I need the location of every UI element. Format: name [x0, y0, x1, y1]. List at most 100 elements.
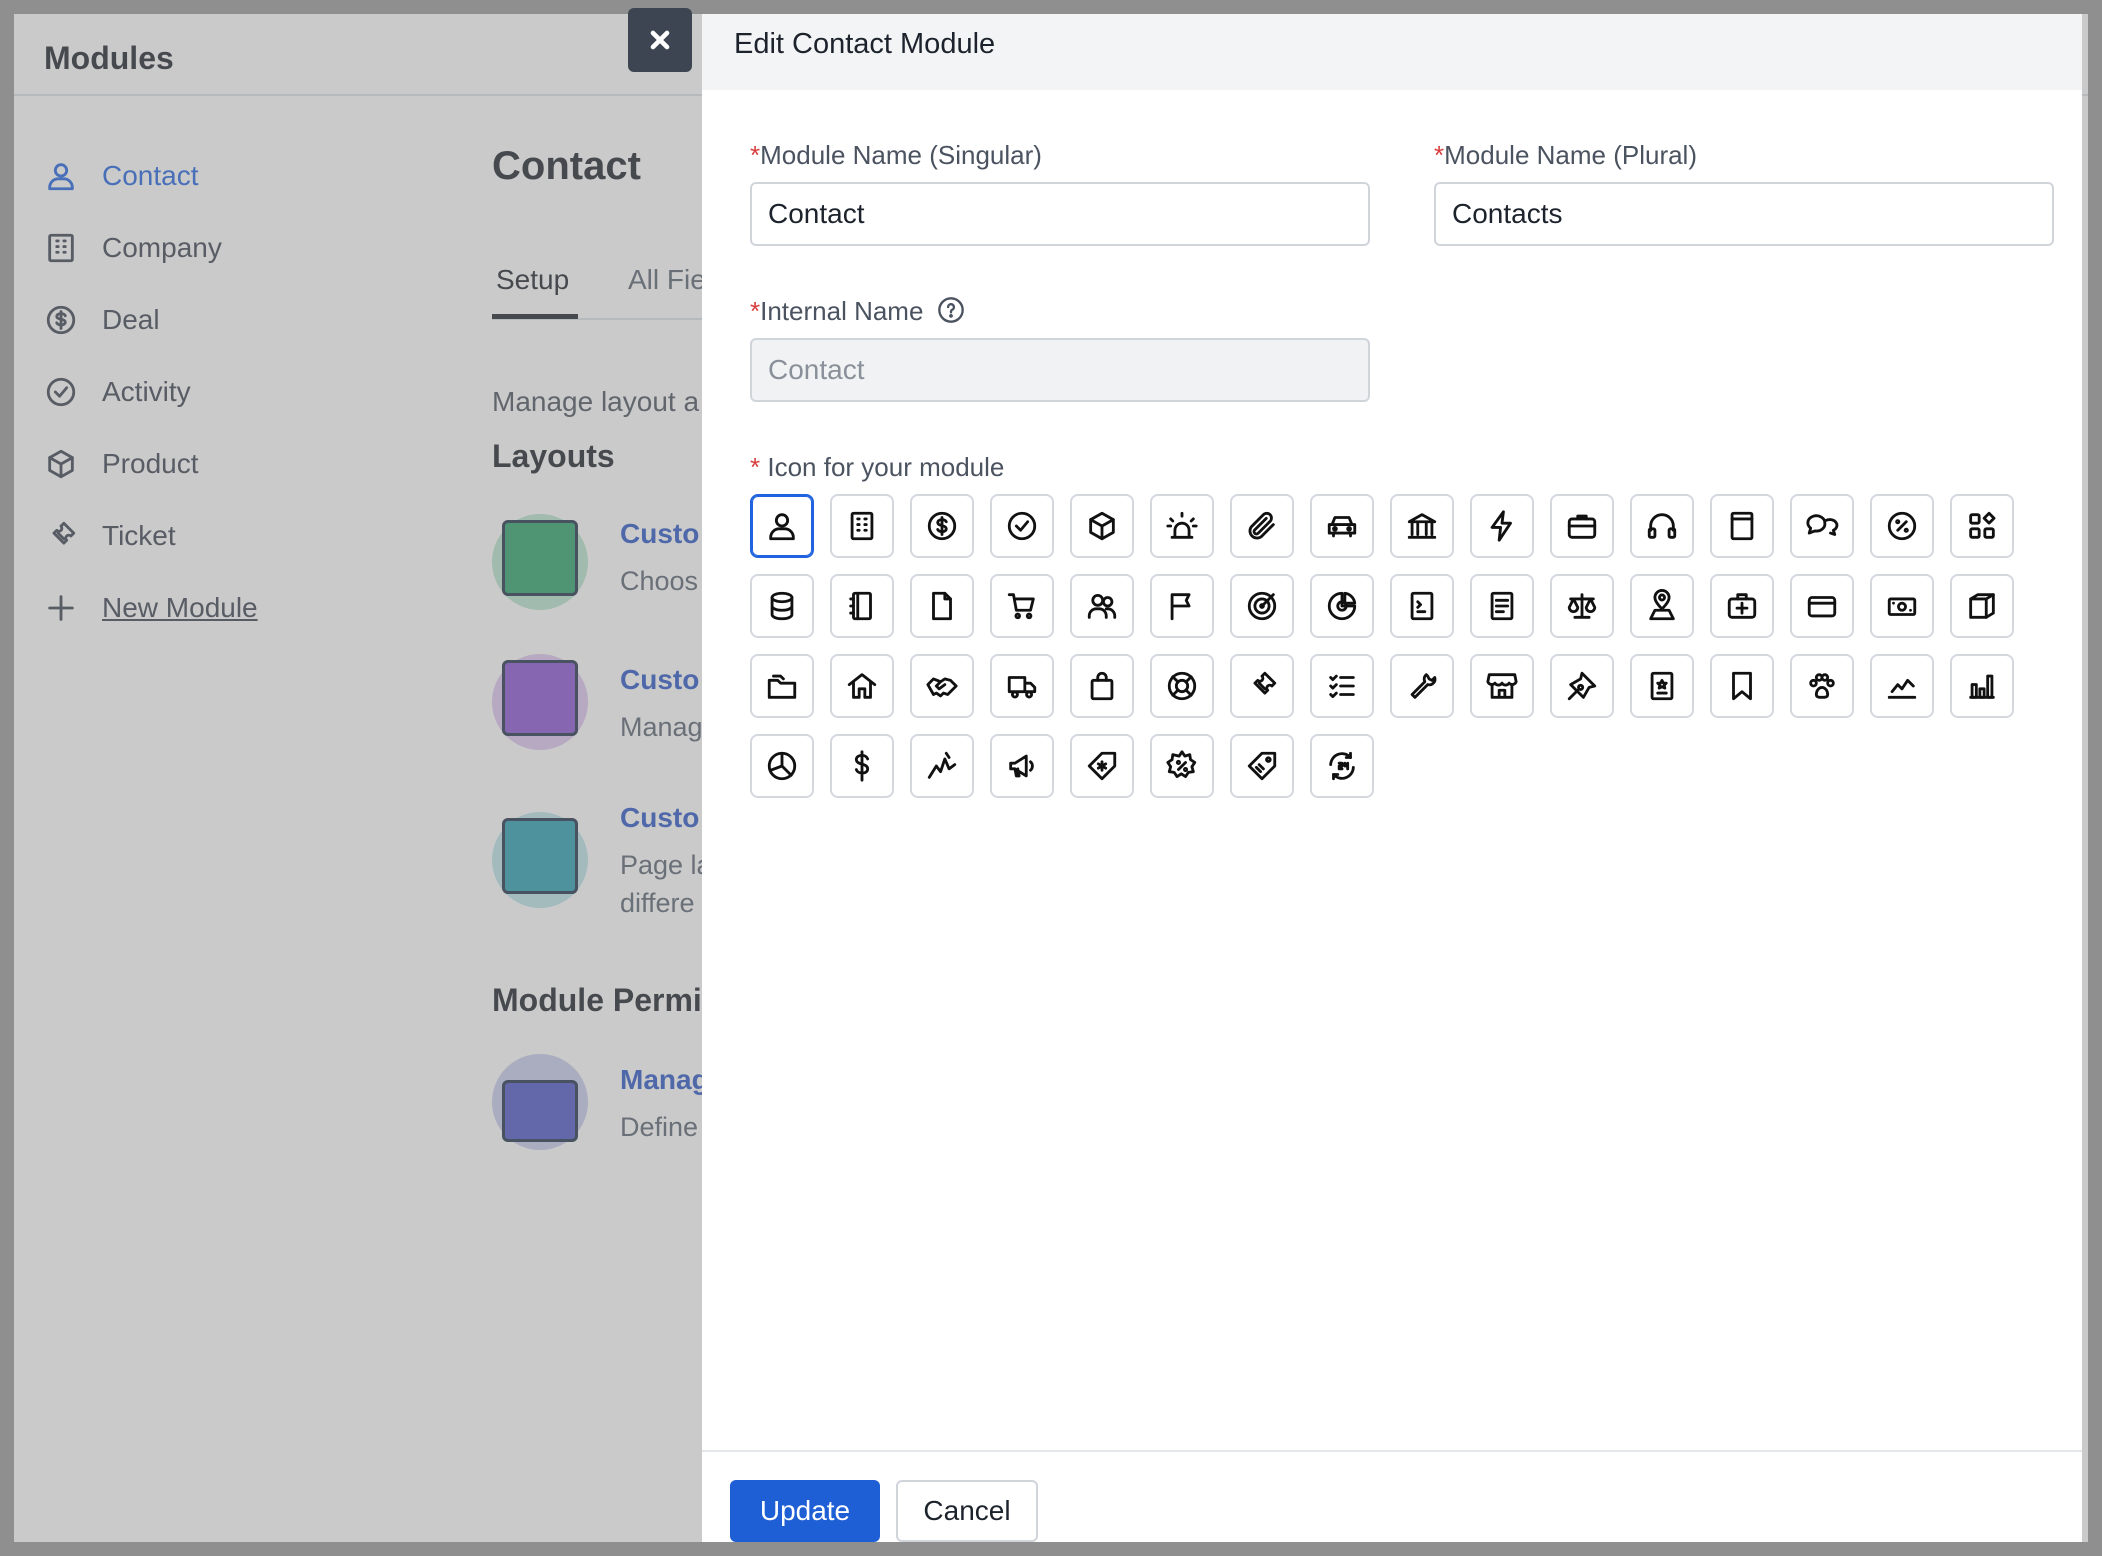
window-icon [1730, 511, 1754, 541]
icon-option-store[interactable] [1470, 654, 1534, 718]
icon-option-percent-circle[interactable] [1870, 494, 1934, 558]
chat-bubbles-icon [1806, 514, 1839, 536]
handshake-icon [926, 677, 958, 698]
icon-option-window[interactable] [1710, 494, 1774, 558]
update-button[interactable]: Update [730, 1480, 880, 1542]
icon-option-map-pin[interactable] [1630, 574, 1694, 638]
money-icon [1887, 597, 1917, 616]
icon-option-database[interactable] [750, 574, 814, 638]
icon-option-building[interactable] [830, 494, 894, 558]
icon-option-dollar-circle[interactable] [910, 494, 974, 558]
wrench-icon [1410, 673, 1437, 699]
icon-option-lifebuoy[interactable] [1150, 654, 1214, 718]
icon-option-siren[interactable] [1150, 494, 1214, 558]
icon-option-terminal[interactable] [1390, 574, 1454, 638]
icon-option-file[interactable] [910, 574, 974, 638]
icon-option-dollar[interactable] [830, 734, 894, 798]
required-mark: * [1434, 140, 1445, 170]
icon-option-gear-percent[interactable] [1150, 734, 1214, 798]
home-icon [847, 673, 877, 699]
icon-option-phone-24[interactable] [1310, 734, 1374, 798]
icon-option-notebook[interactable] [830, 574, 894, 638]
icon-option-chat-bubbles[interactable] [1790, 494, 1854, 558]
icon-option-first-aid-kit[interactable] [1710, 574, 1774, 638]
icon-option-shopping-bag[interactable] [1070, 654, 1134, 718]
required-mark: * [750, 296, 761, 326]
icon-option-tag-asterisk[interactable] [1070, 734, 1134, 798]
gear-percent-icon [1166, 750, 1197, 779]
icon-option-badge-id[interactable] [1630, 654, 1694, 718]
paw-icon [1809, 673, 1835, 699]
icon-option-apps-grid[interactable] [1950, 494, 2014, 558]
icon-option-pen-nib[interactable] [1550, 654, 1614, 718]
icon-option-home[interactable] [830, 654, 894, 718]
icon-option-ticket[interactable] [1230, 654, 1294, 718]
drawer-header: Edit Contact Module [702, 14, 2082, 90]
icon-option-users[interactable] [1070, 574, 1134, 638]
icon-option-truck[interactable] [990, 654, 1054, 718]
cancel-button[interactable]: Cancel [896, 1480, 1038, 1542]
icon-option-bookmark[interactable] [1710, 654, 1774, 718]
icon-option-car[interactable] [1310, 494, 1374, 558]
database-icon [770, 591, 794, 621]
icon-option-box[interactable] [1070, 494, 1134, 558]
icon-option-bank[interactable] [1390, 494, 1454, 558]
icon-option-checklist[interactable] [1310, 654, 1374, 718]
tag-icon [1247, 751, 1277, 781]
drawer-title: Edit Contact Module [734, 28, 996, 60]
icon-option-bar-chart[interactable] [1950, 654, 2014, 718]
icon-option-check-circle[interactable] [990, 494, 1054, 558]
close-drawer-button[interactable] [628, 8, 692, 72]
box-icon [1089, 511, 1115, 541]
lifebuoy-icon [1167, 671, 1197, 701]
siren-icon [1166, 511, 1198, 539]
truck-icon [1007, 676, 1037, 699]
icon-option-user[interactable] [750, 494, 814, 558]
check-circle-icon [1007, 511, 1037, 541]
icon-picker-grid [750, 494, 2040, 798]
icon-option-folders[interactable] [750, 654, 814, 718]
bank-icon [1407, 513, 1437, 539]
required-mark: * [750, 140, 761, 170]
car-icon [1327, 516, 1357, 538]
icon-option-activity-line[interactable] [910, 734, 974, 798]
activity-line-icon [927, 751, 957, 779]
icon-option-wrench[interactable] [1390, 654, 1454, 718]
icon-option-pie-chart[interactable] [750, 734, 814, 798]
pen-nib-icon [1567, 671, 1597, 701]
icon-option-tag[interactable] [1230, 734, 1294, 798]
plural-name-input[interactable] [1434, 182, 2054, 246]
building-icon [850, 511, 874, 541]
map-pin-icon [1649, 589, 1675, 621]
user-icon [769, 513, 795, 541]
help-circle-icon[interactable] [937, 296, 965, 324]
icon-option-scale[interactable] [1550, 574, 1614, 638]
credit-card-icon [1807, 596, 1837, 618]
terminal-icon [1410, 591, 1434, 621]
dollar-circle-icon [927, 511, 957, 541]
icon-option-headset[interactable] [1630, 494, 1694, 558]
target-icon [1247, 591, 1277, 621]
icon-option-line-chart[interactable] [1870, 654, 1934, 718]
icon-option-flag[interactable] [1150, 574, 1214, 638]
checklist-icon [1329, 674, 1355, 699]
singular-name-input[interactable] [750, 182, 1370, 246]
icon-option-credit-card[interactable] [1790, 574, 1854, 638]
icon-option-handshake[interactable] [910, 654, 974, 718]
icon-option-lightning[interactable] [1470, 494, 1534, 558]
icon-option-paperclip[interactable] [1230, 494, 1294, 558]
icon-option-megaphone[interactable] [990, 734, 1054, 798]
icon-option-target[interactable] [1230, 574, 1294, 638]
notebook-icon [849, 591, 872, 621]
line-chart-icon [1887, 678, 1917, 699]
drawer-footer-divider [702, 1450, 2082, 1452]
icon-option-shopping-cart[interactable] [990, 574, 1054, 638]
package-icon [1969, 593, 1995, 619]
icon-option-briefcase[interactable] [1550, 494, 1614, 558]
icon-option-package[interactable] [1950, 574, 2014, 638]
icon-option-paw[interactable] [1790, 654, 1854, 718]
plural-name-label: *Module Name (Plural) [1434, 140, 1697, 170]
icon-option-money[interactable] [1870, 574, 1934, 638]
icon-option-chart-donut[interactable] [1310, 574, 1374, 638]
icon-option-document-list[interactable] [1470, 574, 1534, 638]
